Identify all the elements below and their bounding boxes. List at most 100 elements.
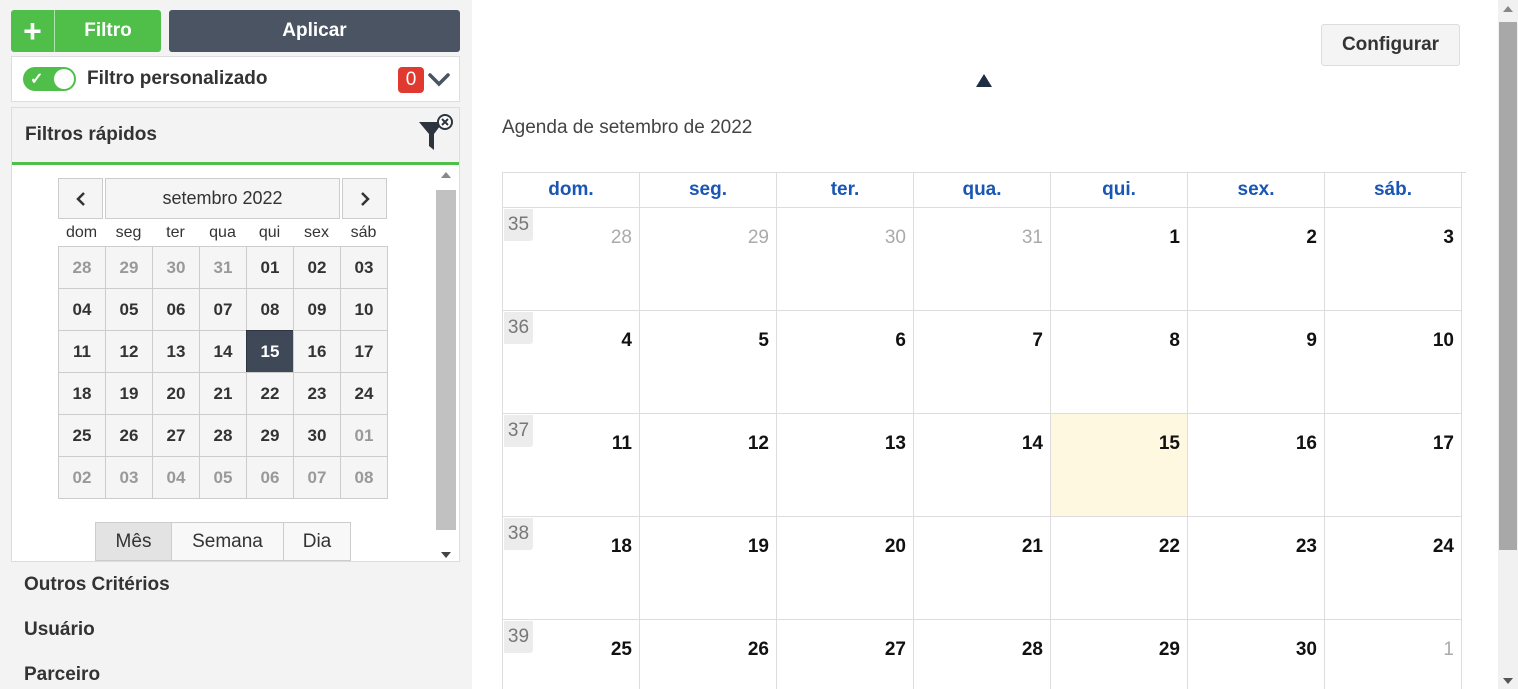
datepicker-day[interactable]: 01 [246,246,294,289]
datepicker-day[interactable]: 07 [293,456,341,499]
quick-filters-scrollbar[interactable] [436,168,456,560]
datepicker-day[interactable]: 02 [293,246,341,289]
datepicker-day[interactable]: 27 [152,414,200,457]
datepicker-day[interactable]: 08 [340,456,388,499]
calendar-day[interactable]: 1 [1325,620,1462,689]
collapse-up-icon[interactable] [976,74,992,87]
calendar-day[interactable]: 1 [1051,208,1188,311]
datepicker-day[interactable]: 24 [340,372,388,415]
datepicker-day[interactable]: 18 [58,372,106,415]
datepicker-day[interactable]: 21 [199,372,247,415]
calendar-weekday: sex. [1188,173,1325,208]
custom-filter-toggle[interactable]: ✓ [23,67,76,91]
datepicker-day[interactable]: 15 [246,330,294,373]
datepicker-day[interactable]: 23 [293,372,341,415]
view-tab-2[interactable]: Dia [283,522,351,561]
datepicker-day[interactable]: 29 [246,414,294,457]
datepicker-day[interactable]: 11 [58,330,106,373]
datepicker-day[interactable]: 01 [340,414,388,457]
datepicker-day[interactable]: 22 [246,372,294,415]
calendar-day[interactable]: 30 [1188,620,1325,689]
accordion-parceiro[interactable]: Parceiro [11,652,460,689]
calendar-day[interactable]: 19 [640,517,777,620]
calendar-day[interactable]: 27 [777,620,914,689]
datepicker-day[interactable]: 10 [340,288,388,331]
calendar-day[interactable]: 20 [777,517,914,620]
datepicker-day[interactable]: 05 [105,288,153,331]
calendar-day[interactable]: 15 [1051,414,1188,517]
scroll-up-icon[interactable] [441,172,451,178]
accordion-outros-criterios[interactable]: Outros Critérios [11,562,460,608]
datepicker-day[interactable]: 14 [199,330,247,373]
next-month-button[interactable] [342,178,387,219]
datepicker-day[interactable]: 25 [58,414,106,457]
calendar-day[interactable]: 30 [777,208,914,311]
quick-filters-header[interactable]: Filtros rápidos [12,108,459,165]
check-icon: ✓ [30,71,44,88]
scroll-down-icon[interactable] [1503,678,1513,684]
configure-button[interactable]: Configurar [1321,24,1460,66]
calendar-day[interactable]: 7 [914,311,1051,414]
clear-filter-icon[interactable] [417,114,453,160]
calendar-day[interactable]: 21 [914,517,1051,620]
calendar-day[interactable]: 26 [640,620,777,689]
accordion-usuario[interactable]: Usuário [11,607,460,653]
calendar-day[interactable]: 24 [1325,517,1462,620]
datepicker-day[interactable]: 26 [105,414,153,457]
calendar-day[interactable]: 29 [640,208,777,311]
datepicker-day[interactable]: 04 [58,288,106,331]
add-filter-button[interactable]: + Filtro [11,10,161,52]
datepicker-day[interactable]: 09 [293,288,341,331]
chevron-down-icon[interactable] [426,67,452,93]
calendar-day[interactable]: 3 [1325,208,1462,311]
datepicker-day[interactable]: 08 [246,288,294,331]
datepicker-day[interactable]: 13 [152,330,200,373]
calendar-day[interactable]: 5 [640,311,777,414]
calendar-day[interactable]: 28 [914,620,1051,689]
calendar-day[interactable]: 23 [1188,517,1325,620]
prev-month-button[interactable] [58,178,103,219]
view-tab-0[interactable]: Mês [95,522,172,561]
calendar-day[interactable]: 12 [640,414,777,517]
calendar-day[interactable]: 13 [777,414,914,517]
calendar-day[interactable]: 31 [914,208,1051,311]
datepicker-day[interactable]: 16 [293,330,341,373]
calendar-day[interactable]: 22 [1051,517,1188,620]
datepicker-day[interactable]: 06 [152,288,200,331]
calendar-day[interactable]: 9 [1188,311,1325,414]
view-tab-1[interactable]: Semana [171,522,284,561]
calendar-day[interactable]: 14 [914,414,1051,517]
quick-filters-section: Filtros rápidos setembro 2022 dom seg te… [11,107,460,562]
page-scrollbar[interactable] [1498,0,1518,689]
datepicker-day[interactable]: 04 [152,456,200,499]
calendar-day[interactable]: 29 [1051,620,1188,689]
scroll-up-icon[interactable] [1503,6,1513,12]
datepicker-day[interactable]: 19 [105,372,153,415]
datepicker-day[interactable]: 12 [105,330,153,373]
datepicker-day[interactable]: 06 [246,456,294,499]
datepicker-day[interactable]: 29 [105,246,153,289]
datepicker-day[interactable]: 31 [199,246,247,289]
datepicker-day[interactable]: 30 [293,414,341,457]
calendar-day[interactable]: 6 [777,311,914,414]
datepicker-day[interactable]: 30 [152,246,200,289]
month-title[interactable]: setembro 2022 [105,178,340,219]
apply-button[interactable]: Aplicar [169,10,460,52]
datepicker-day[interactable]: 03 [105,456,153,499]
page-scrollbar-thumb[interactable] [1499,22,1517,550]
datepicker-day[interactable]: 02 [58,456,106,499]
datepicker-day[interactable]: 20 [152,372,200,415]
calendar-day[interactable]: 17 [1325,414,1462,517]
datepicker-day[interactable]: 05 [199,456,247,499]
calendar-day[interactable]: 10 [1325,311,1462,414]
datepicker-day[interactable]: 17 [340,330,388,373]
calendar-day[interactable]: 2 [1188,208,1325,311]
datepicker-day[interactable]: 28 [199,414,247,457]
datepicker-day[interactable]: 28 [58,246,106,289]
datepicker-day[interactable]: 03 [340,246,388,289]
datepicker-day[interactable]: 07 [199,288,247,331]
calendar-day[interactable]: 8 [1051,311,1188,414]
scroll-down-icon[interactable] [441,552,451,558]
calendar-day[interactable]: 16 [1188,414,1325,517]
scrollbar-thumb[interactable] [436,190,456,530]
